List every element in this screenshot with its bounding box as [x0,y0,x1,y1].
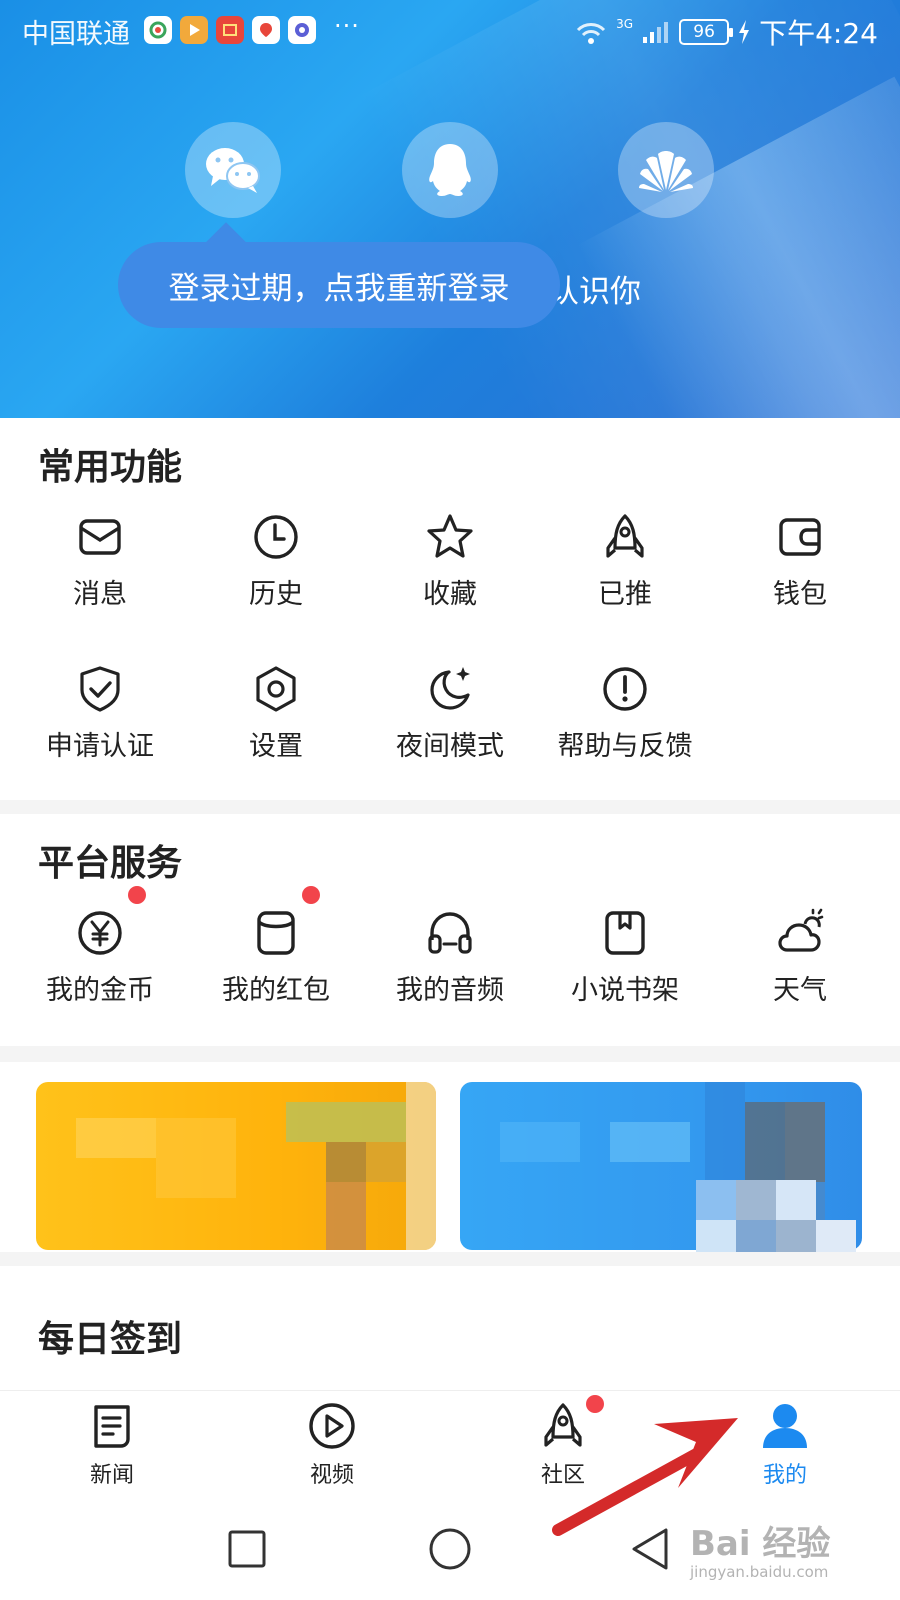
moon-icon [430,667,470,710]
wallet-icon [779,518,821,556]
baidu-watermark: Bai 经验 jingyan.baidu.com [690,1516,830,1581]
more-notifications: ··· [334,12,360,40]
grid-item-label: 我的金币 [46,975,154,1006]
carrier-name: 中国联通 [22,19,130,50]
bank-app-notification-icon [216,16,244,44]
nav-label: 新闻 [89,1463,134,1488]
rocket-icon [606,514,644,558]
notification-badge [128,886,146,904]
grid-item-label: 天气 [773,975,827,1006]
battery-level: 96 [679,19,734,45]
home-icon[interactable] [428,1527,472,1571]
grid-item-label: 夜间模式 [396,731,504,762]
my-coins-button[interactable]: 我的金币 [12,908,188,1018]
wallet-button[interactable]: 钱包 [712,512,888,622]
wechat-login-button[interactable] [185,122,281,218]
charging-icon [739,20,750,44]
qq-icon [429,144,471,196]
platform-services-section: 平台服务 我的金币 我的红包 我的音频 小说书架 天气 [0,814,900,1046]
headphones-icon [428,912,472,954]
my-audio-button[interactable]: 我的音频 [362,908,538,1018]
red-packet-icon [257,911,295,955]
status-bar: 中国联通 ··· 3G 96 下午4:24 [0,0,900,62]
grid-item-label: 钱包 [773,579,827,610]
news-icon [94,1405,130,1448]
pushed-button[interactable]: 已推 [537,512,713,622]
qq-login-button[interactable] [402,122,498,218]
history-button[interactable]: 历史 [188,512,364,622]
common-functions-section: 常用功能 消息 历史 收藏 已推 钱包 申请认证 设置 夜间模式 帮助与反馈 [0,418,900,800]
grid-item-label: 我的红包 [222,975,330,1006]
notification-icons [144,16,316,44]
watermark-url: jingyan.baidu.com [690,1563,829,1581]
settings-button[interactable]: 设置 [188,664,364,774]
notification-badge [586,1395,604,1413]
favorites-button[interactable]: 收藏 [362,512,538,622]
section-title: 平台服务 [38,843,183,884]
wechat-icon [206,148,260,193]
signal-icon [643,22,669,43]
profile-header: 中国联通 ··· 3G 96 下午4:24 认识你 登录过期，点我重新登录 [0,0,900,418]
login-subtitle: 认识你 [548,274,641,310]
video-icon [309,1403,355,1449]
bottom-navigation: 新闻 视频 社区 我的 [0,1390,900,1502]
help-icon [603,667,647,711]
section-title: 常用功能 [38,447,183,488]
shield-check-icon [80,666,120,712]
relogin-tooltip-text: 登录过期，点我重新登录 [168,270,510,307]
notification-badge [302,886,320,904]
nav-tab-video[interactable]: 视频 [272,1401,392,1497]
apply-verification-button[interactable]: 申请认证 [12,664,188,774]
section-divider [0,1046,900,1062]
relogin-tooltip[interactable]: 登录过期，点我重新登录 [118,242,560,328]
grid-item-label: 帮助与反馈 [557,731,693,762]
star-icon [427,514,473,558]
watermark-brand: Bai 经验 [690,1524,831,1564]
status-indicators: 3G 96 下午4:24 [574,12,878,52]
nav-label: 视频 [309,1463,354,1488]
app-notification-icon [144,16,172,44]
novel-bookshelf-button[interactable]: 小说书架 [537,908,713,1018]
my-red-packets-button[interactable]: 我的红包 [188,908,364,1018]
grid-item-label: 申请认证 [46,731,154,762]
message-icon [79,519,121,555]
bookshelf-icon [605,911,645,955]
grid-item-label: 消息 [73,579,127,610]
help-feedback-button[interactable]: 帮助与反馈 [537,664,713,774]
video-app-notification-icon [180,16,208,44]
clock: 下午4:24 [759,17,878,50]
profile-icon [763,1404,807,1448]
map-app-notification-icon [252,16,280,44]
coin-icon [78,911,122,955]
section-divider [0,800,900,814]
grid-item-label: 小说书架 [571,975,679,1006]
nav-label: 我的 [762,1463,807,1488]
browser-app-notification-icon [288,16,316,44]
section-title: 每日签到 [38,1319,183,1360]
messages-button[interactable]: 消息 [12,512,188,622]
profile-page: 中国联通 ··· 3G 96 下午4:24 认识你 登录过期，点我重新登录 常用… [0,0,900,1600]
settings-icon [256,666,296,712]
section-divider [0,1252,900,1266]
nav-tab-news[interactable]: 新闻 [52,1401,172,1497]
network-type: 3G [616,17,634,31]
clock-icon [254,515,298,559]
grid-item-label: 历史 [249,579,303,610]
grid-item-label: 收藏 [423,579,477,610]
grid-item-label: 我的音频 [396,975,504,1006]
recent-apps-icon[interactable] [227,1529,267,1569]
wifi-icon [577,23,606,44]
daily-checkin-section: 每日签到 [0,1266,900,1390]
weather-button[interactable]: 天气 [712,908,888,1018]
huawei-login-button[interactable] [618,122,714,218]
promo-banner-left[interactable] [36,1082,436,1250]
grid-item-label: 已推 [598,579,652,610]
night-mode-button[interactable]: 夜间模式 [362,664,538,774]
weather-icon [778,908,824,952]
huawei-icon [639,151,693,192]
grid-item-label: 设置 [249,731,303,762]
